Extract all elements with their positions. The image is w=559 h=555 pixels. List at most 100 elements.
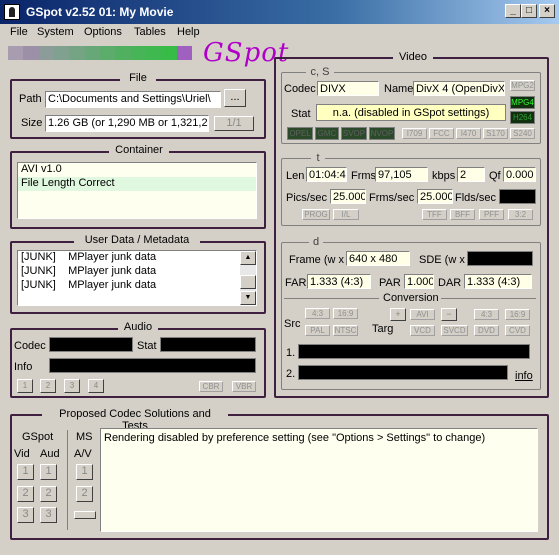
info-link[interactable]: info — [515, 370, 533, 382]
vid-2-button[interactable]: 2 — [17, 486, 34, 502]
userdata-scrollbar[interactable]: ▲ ▼ — [240, 251, 256, 305]
aud-label: Aud — [40, 448, 60, 460]
audio-info-field[interactable] — [49, 358, 256, 373]
par-field[interactable]: 1.000 — [404, 274, 434, 289]
cs-subgroup-title: c, S — [306, 66, 334, 78]
list-item[interactable]: [JUNK] MPlayer junk data — [18, 279, 256, 293]
size-label: Size — [21, 117, 43, 129]
page-indicator[interactable]: 1/1 — [214, 116, 254, 131]
color-gradient-bar — [8, 46, 192, 60]
audio-stat-field[interactable] — [160, 337, 256, 352]
gradient-swatch — [23, 46, 39, 60]
conversion-title: Conversion — [379, 292, 441, 304]
qf-field[interactable]: 0.000 — [503, 167, 536, 182]
frame-field[interactable]: 640 x 480 — [346, 251, 410, 266]
conv-avi-tag: AVI — [410, 309, 435, 320]
video-stat-field[interactable]: n.a. (disabled in GSpot settings) — [316, 104, 506, 121]
av-label: A/V — [74, 448, 92, 460]
h264-tag: H264 — [510, 111, 535, 124]
menu-file[interactable]: File — [10, 26, 28, 38]
video-stat-label: Stat — [291, 108, 311, 120]
gradient-swatch — [69, 46, 85, 60]
conversion-row2-field[interactable] — [298, 365, 508, 380]
src-169-tag: 16:9 — [333, 308, 358, 319]
av-1-button[interactable]: 1 — [76, 464, 93, 480]
scroll-up-arrow-icon[interactable]: ▲ — [240, 251, 256, 265]
t-subgroup-title: t — [311, 152, 325, 164]
flds-sec-label: Flds/sec — [455, 192, 496, 204]
scroll-down-arrow-icon[interactable]: ▼ — [240, 291, 256, 305]
list-item[interactable]: [JUNK] MPlayer junk data — [18, 265, 256, 279]
list-item[interactable]: File Length Correct — [18, 177, 256, 191]
conv-dvd-tag: DVD — [474, 325, 499, 336]
tff-tag: TFF — [422, 209, 447, 220]
gradient-swatch — [161, 46, 177, 60]
conv-43-tag: 4:3 — [474, 309, 499, 320]
list-item[interactable]: [JUNK] MPlayer junk data — [18, 251, 256, 265]
frms-sec-field[interactable]: 25.000 — [417, 189, 453, 204]
video-name-field[interactable]: DivX 4 (OpenDivX) — [413, 81, 505, 96]
vid-3-button[interactable]: 3 — [17, 507, 34, 523]
proposed-message: Rendering disabled by preference setting… — [104, 432, 486, 444]
frms-field[interactable]: 97,105 — [375, 167, 428, 182]
av-extra-button[interactable] — [74, 511, 96, 519]
len-field[interactable]: 01:04:44 — [306, 167, 347, 182]
kbps-field[interactable]: 2 — [457, 167, 485, 182]
vid-1-button[interactable]: 1 — [17, 464, 34, 480]
conv-vcd-tag: VCD — [410, 325, 435, 336]
menu-help[interactable]: Help — [177, 26, 200, 38]
frms-sec-label: Frms/sec — [369, 192, 415, 204]
size-field[interactable]: 1.26 GB (or 1,290 MB or 1,321,29 — [45, 115, 209, 132]
maximize-button[interactable]: □ — [521, 4, 537, 18]
il-tag: I/L — [333, 209, 359, 220]
svop-tag: SVOP — [341, 127, 367, 140]
app-icon[interactable] — [4, 4, 20, 20]
menu-tables[interactable]: Tables — [134, 26, 166, 38]
menu-system[interactable]: System — [37, 26, 74, 38]
gradient-swatch — [8, 46, 24, 60]
src-43-tag: 4:3 — [305, 308, 330, 319]
aud-1-button[interactable]: 1 — [40, 464, 57, 480]
browse-button[interactable]: ... — [224, 89, 246, 107]
conv-plus-button[interactable]: + — [390, 308, 406, 321]
audio-stream-4[interactable]: 4 — [88, 379, 104, 393]
audio-stream-2[interactable]: 2 — [40, 379, 56, 393]
path-field[interactable]: C:\Documents and Settings\Uriel\ — [45, 91, 221, 108]
s240-tag: S240 — [510, 128, 535, 139]
proposed-message-box[interactable]: Rendering disabled by preference setting… — [100, 428, 538, 532]
pics-sec-label: Pics/sec — [286, 192, 327, 204]
gspot-label: GSpot — [22, 431, 54, 443]
ms-label: MS — [76, 431, 93, 443]
minimize-button[interactable]: _ — [505, 4, 521, 18]
title-bar[interactable]: GSpot v2.52 ​01: My Movie _ □ × — [0, 0, 559, 24]
sde-field[interactable] — [467, 251, 533, 266]
audio-stream-3[interactable]: 3 — [64, 379, 80, 393]
mpg4-tag: MPG4 — [510, 96, 535, 109]
vid-label: Vid — [14, 448, 30, 460]
userdata-list[interactable]: [JUNK] MPlayer junk data [JUNK] MPlayer … — [17, 250, 257, 306]
close-button[interactable]: × — [539, 4, 555, 18]
conv-minus-button[interactable]: − — [441, 308, 457, 321]
aud-3-button[interactable]: 3 — [40, 507, 57, 523]
conversion-row1-field[interactable] — [298, 344, 530, 359]
src-pal-tag: PAL — [305, 325, 330, 336]
video-codec-field[interactable]: DIVX — [317, 81, 379, 96]
dar-field[interactable]: 1.333 (4:3) — [464, 274, 532, 289]
far-field[interactable]: 1.333 (4:3) — [307, 274, 371, 289]
menu-options[interactable]: Options — [84, 26, 122, 38]
vbr-indicator: VBR — [232, 381, 256, 392]
conv-cvd-tag: CVD — [505, 325, 530, 336]
list-item[interactable]: AVI v1.0 — [18, 163, 256, 177]
flds-sec-field[interactable] — [499, 189, 536, 204]
scroll-thumb[interactable] — [240, 275, 256, 289]
audio-codec-field[interactable] — [49, 337, 133, 352]
audio-group-title: Audio — [118, 321, 158, 333]
container-list[interactable]: AVI v1.0 File Length Correct — [17, 162, 257, 219]
pics-sec-field[interactable]: 25.000 — [330, 189, 366, 204]
aud-2-button[interactable]: 2 — [40, 486, 57, 502]
av-2-button[interactable]: 2 — [76, 486, 93, 502]
frms-label: Frms — [351, 170, 377, 182]
video-group-title: Video — [393, 51, 433, 63]
junk-text: MPlayer junk data — [68, 251, 157, 263]
audio-stream-1[interactable]: 1 — [17, 379, 33, 393]
